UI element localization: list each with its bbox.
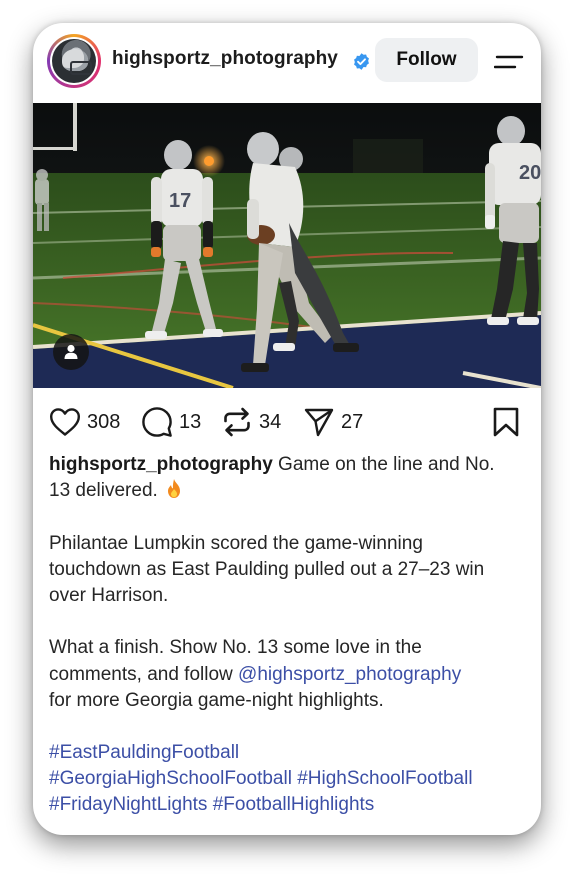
hashtag-link[interactable]: #FootballHighlights bbox=[213, 794, 375, 815]
avatar-image bbox=[52, 39, 96, 83]
hashtag-link[interactable]: #FridayNightLights bbox=[49, 794, 207, 815]
comment-icon[interactable] bbox=[141, 406, 173, 438]
repost-icon[interactable] bbox=[221, 406, 253, 438]
caption-line: over Harrison. bbox=[49, 584, 169, 606]
avatar-border bbox=[50, 37, 98, 85]
page: highsportz_photography Follow 17 20 308 … bbox=[0, 0, 574, 877]
post-header: highsportz_photography Follow bbox=[33, 23, 541, 103]
bookmark-icon[interactable] bbox=[492, 406, 520, 438]
user-tag-icon bbox=[64, 344, 78, 359]
post-caption: highsportz_photography Game on the line … bbox=[49, 452, 529, 819]
hashtag-link[interactable]: #EastPauldingFootball bbox=[49, 742, 239, 763]
football-photo: 17 20 bbox=[33, 103, 541, 388]
hashtag-link[interactable]: #GeorgiaHighSchoolFootball bbox=[49, 768, 292, 789]
action-bar: 308 13 34 27 bbox=[33, 398, 541, 446]
mention-link[interactable]: @highsportz_photography bbox=[238, 664, 461, 685]
post-card: highsportz_photography Follow 17 20 308 … bbox=[33, 23, 541, 835]
repost-action[interactable]: 34 bbox=[221, 406, 281, 438]
fire-emoji-icon bbox=[168, 479, 181, 499]
like-count: 308 bbox=[87, 410, 121, 433]
caption-line: touchdown as East Paulding pulled out a … bbox=[49, 558, 485, 580]
svg-text:17: 17 bbox=[169, 190, 191, 212]
avatar[interactable] bbox=[47, 34, 101, 88]
caption-line: highsportz_photography Game on the line … bbox=[49, 452, 529, 478]
follow-button[interactable]: Follow bbox=[375, 38, 478, 82]
heart-icon[interactable] bbox=[49, 407, 81, 437]
comment-action[interactable]: 13 bbox=[141, 406, 201, 438]
caption-line: What a finish. Show No. 13 some love in … bbox=[49, 637, 422, 659]
menu-icon[interactable] bbox=[494, 54, 524, 70]
facemask-graphic bbox=[70, 61, 92, 75]
caption-line: comments, and follow @highsportz_photogr… bbox=[49, 662, 529, 688]
hashtag-line: #GeorgiaHighSchoolFootball #HighSchoolFo… bbox=[49, 766, 529, 792]
username-link[interactable]: highsportz_photography bbox=[112, 48, 338, 70]
repost-count: 34 bbox=[259, 410, 282, 433]
caption-line: for more Georgia game-night highlights. bbox=[49, 689, 384, 711]
like-action[interactable]: 308 bbox=[49, 406, 120, 438]
caption-line: 13 delivered. bbox=[49, 478, 529, 504]
caption-author-link[interactable]: highsportz_photography bbox=[49, 454, 273, 475]
comment-count: 13 bbox=[179, 410, 202, 433]
caption-text: 13 delivered. bbox=[49, 480, 158, 502]
svg-text:20: 20 bbox=[519, 162, 541, 184]
user-tag-button[interactable] bbox=[53, 334, 89, 370]
save-action[interactable] bbox=[492, 406, 520, 438]
post-photo[interactable]: 17 20 bbox=[33, 103, 541, 388]
caption-line: Philantae Lumpkin scored the game-winnin… bbox=[49, 532, 423, 554]
hashtag-line: #FridayNightLights #FootballHighlights bbox=[49, 792, 529, 818]
share-action[interactable]: 27 bbox=[303, 406, 363, 438]
verified-badge-icon bbox=[354, 53, 369, 70]
hashtag-link[interactable]: #HighSchoolFootball bbox=[297, 768, 472, 789]
caption-text: Game on the line and No. bbox=[272, 454, 495, 475]
hashtag-line: #EastPauldingFootball bbox=[49, 740, 529, 766]
share-icon[interactable] bbox=[303, 406, 335, 438]
share-count: 27 bbox=[341, 410, 364, 433]
caption-text: comments, and follow bbox=[49, 663, 239, 685]
